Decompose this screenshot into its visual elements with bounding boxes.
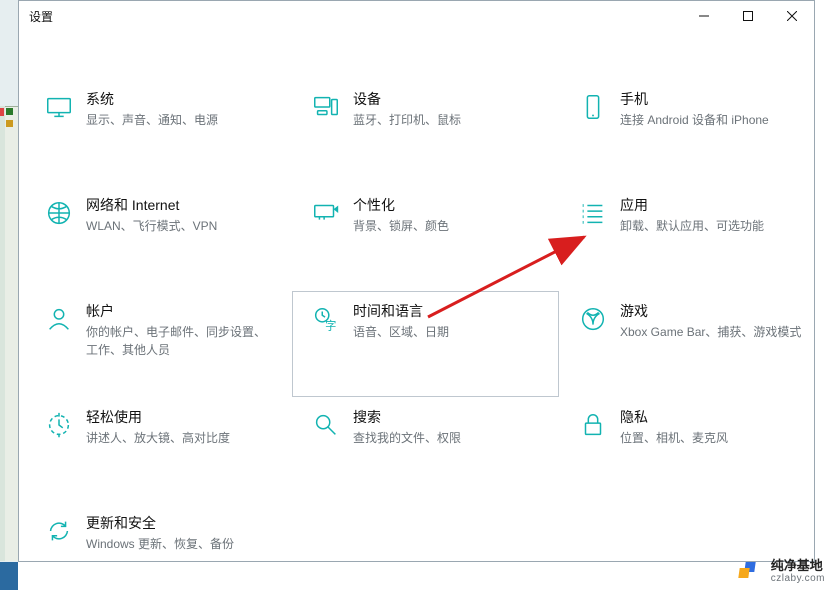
tile-title: 网络和 Internet — [86, 196, 217, 214]
tile-title: 应用 — [620, 196, 764, 214]
settings-window: 设置 系统显示、声音、通知、电源设备蓝牙、打印机、鼠标手机连接 Android … — [18, 0, 815, 562]
settings-tile-accounts[interactable]: 帐户你的帐户、电子邮件、同步设置、工作、其他人员 — [25, 291, 292, 397]
settings-tile-update[interactable]: 更新和安全 Windows 更新、恢复、备份 — [25, 503, 292, 609]
maximize-icon — [743, 11, 753, 21]
tile-subtitle: 背景、锁屏、颜色 — [353, 217, 449, 235]
tile-title: 轻松使用 — [86, 408, 230, 426]
devices-icon — [303, 90, 349, 122]
watermark-line1: 纯净基地 — [771, 559, 825, 573]
ease-icon — [36, 408, 82, 440]
minimize-button[interactable] — [682, 1, 726, 31]
tile-title: 设备 — [353, 90, 461, 108]
settings-tile-search[interactable]: 搜索查找我的文件、权限 — [292, 397, 559, 503]
tile-subtitle: 蓝牙、打印机、鼠标 — [353, 111, 461, 129]
tile-subtitle: 连接 Android 设备和 iPhone — [620, 111, 769, 129]
settings-tile-phone[interactable]: 手机连接 Android 设备和 iPhone — [559, 79, 822, 185]
settings-tile-ease[interactable]: 轻松使用讲述人、放大镜、高对比度 — [25, 397, 292, 503]
tile-subtitle: 显示、声音、通知、电源 — [86, 111, 218, 129]
tile-title: 更新和安全 — [86, 514, 234, 532]
window-title: 设置 — [29, 8, 53, 25]
tile-title: 隐私 — [620, 408, 728, 426]
tile-subtitle: 讲述人、放大镜、高对比度 — [86, 429, 230, 447]
watermark-line2: czlaby.com — [771, 573, 825, 584]
tile-subtitle: Xbox Game Bar、捕获、游戏模式 — [620, 323, 801, 341]
settings-tile-system[interactable]: 系统显示、声音、通知、电源 — [25, 79, 292, 185]
tile-subtitle: WLAN、飞行模式、VPN — [86, 217, 217, 235]
watermark-logo — [739, 560, 765, 582]
tile-subtitle: 查找我的文件、权限 — [353, 429, 461, 447]
close-button[interactable] — [770, 1, 814, 31]
globe-icon — [36, 196, 82, 228]
tile-title: 帐户 — [86, 302, 277, 320]
settings-tile-time[interactable]: 字 时间和语言语音、区域、日期 — [292, 291, 559, 397]
person-icon — [36, 302, 82, 334]
sync-icon — [36, 514, 82, 546]
settings-tile-gaming[interactable]: 游戏 Xbox Game Bar、捕获、游戏模式 — [559, 291, 822, 397]
tile-subtitle: 语音、区域、日期 — [353, 323, 449, 341]
time-lang-icon: 字 — [303, 302, 349, 334]
lock-icon — [570, 408, 616, 440]
monitor-icon — [36, 90, 82, 122]
svg-text:字: 字 — [325, 318, 336, 332]
tile-title: 手机 — [620, 90, 769, 108]
window-controls — [682, 1, 814, 31]
close-icon — [787, 11, 797, 21]
xbox-icon — [570, 302, 616, 334]
tile-title: 搜索 — [353, 408, 461, 426]
taskbar-sliver — [0, 562, 18, 590]
tile-title: 个性化 — [353, 196, 449, 214]
tile-subtitle: 你的帐户、电子邮件、同步设置、工作、其他人员 — [86, 323, 277, 359]
tile-title: 游戏 — [620, 302, 801, 320]
tile-subtitle: 卸载、默认应用、可选功能 — [620, 217, 764, 235]
settings-content: 系统显示、声音、通知、电源设备蓝牙、打印机、鼠标手机连接 Android 设备和… — [19, 31, 814, 563]
desktop-strip — [0, 0, 18, 590]
search-icon — [303, 408, 349, 440]
brush-icon — [303, 196, 349, 228]
settings-tile-network[interactable]: 网络和 Internet WLAN、飞行模式、VPN — [25, 185, 292, 291]
settings-tile-apps[interactable]: 应用卸载、默认应用、可选功能 — [559, 185, 822, 291]
phone-icon — [570, 90, 616, 122]
tile-title: 时间和语言 — [353, 302, 449, 320]
tile-title: 系统 — [86, 90, 218, 108]
settings-tile-personal[interactable]: 个性化背景、锁屏、颜色 — [292, 185, 559, 291]
titlebar: 设置 — [19, 1, 814, 31]
watermark: 纯净基地 czlaby.com — [739, 559, 825, 584]
tile-subtitle: Windows 更新、恢复、备份 — [86, 535, 234, 553]
settings-tile-devices[interactable]: 设备蓝牙、打印机、鼠标 — [292, 79, 559, 185]
settings-tile-privacy[interactable]: 隐私位置、相机、麦克风 — [559, 397, 822, 503]
tile-subtitle: 位置、相机、麦克风 — [620, 429, 728, 447]
list-icon — [570, 196, 616, 228]
minimize-icon — [699, 11, 709, 21]
maximize-button[interactable] — [726, 1, 770, 31]
